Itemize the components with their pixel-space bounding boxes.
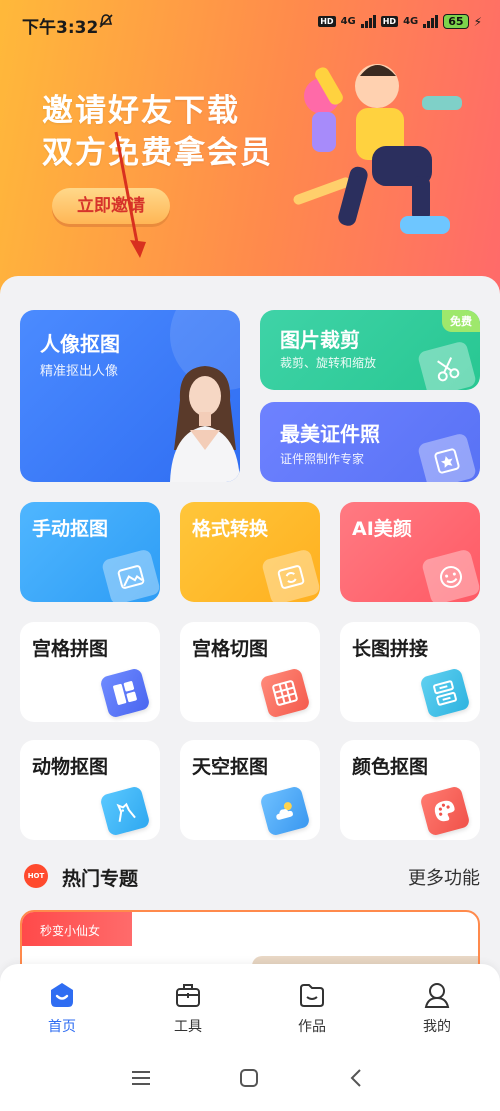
card-subtitle: 证件照制作专家 bbox=[280, 452, 365, 466]
ai-beauty-card[interactable]: AI美颜 bbox=[340, 502, 480, 602]
nav-label: 工具 bbox=[174, 1019, 202, 1035]
battery-indicator: 65 bbox=[443, 14, 469, 29]
mute-icon bbox=[98, 13, 114, 33]
charging-icon: ⚡ bbox=[473, 14, 482, 29]
long-stitch-card[interactable]: 长图拼接 bbox=[340, 622, 480, 722]
palette-icon bbox=[419, 785, 471, 837]
sky-cutout-card[interactable]: 天空抠图 bbox=[180, 740, 320, 840]
card-title: 宫格拼图 bbox=[32, 638, 109, 660]
animal-cutout-card[interactable]: 动物抠图 bbox=[20, 740, 160, 840]
id-photo-card[interactable]: 最美证件照 证件照制作专家 bbox=[260, 402, 480, 482]
animal-icon bbox=[99, 785, 151, 837]
card-title: 长图拼接 bbox=[352, 638, 429, 660]
banner-line-1: 邀请好友下载 bbox=[42, 93, 240, 129]
portrait-woman-image bbox=[170, 366, 240, 482]
card-title: 宫格切图 bbox=[192, 638, 269, 660]
topic-tag: 秒变小仙女 bbox=[22, 912, 132, 946]
nav-mine[interactable]: 我的 bbox=[397, 980, 477, 1036]
grid-icon bbox=[259, 667, 311, 719]
format-convert-card[interactable]: 格式转换 bbox=[180, 502, 320, 602]
home-square-icon[interactable] bbox=[238, 1068, 260, 1088]
network-type: 4G bbox=[340, 16, 356, 27]
section-title: 热门专题 bbox=[62, 868, 139, 890]
network-type-2: 4G bbox=[403, 16, 419, 27]
banner-line-2: 双方免费拿会员 bbox=[42, 135, 273, 171]
image-crop-card[interactable]: 图片裁剪 裁剪、旋转和缩放 免费 bbox=[260, 310, 480, 390]
card-title: 图片裁剪 bbox=[280, 328, 360, 352]
card-title: 人像抠图 bbox=[40, 332, 120, 356]
nav-label: 首页 bbox=[48, 1019, 76, 1035]
card-title: 最美证件照 bbox=[280, 422, 380, 446]
face-icon bbox=[420, 548, 480, 602]
nav-home[interactable]: 首页 bbox=[22, 980, 102, 1036]
user-icon bbox=[424, 983, 450, 1008]
bottom-navigation: 首页 工具 作品 我的 bbox=[0, 964, 500, 1044]
banner-headline: 邀请好友下载 双方免费拿会员 bbox=[42, 90, 273, 174]
weather-cloud-icon bbox=[259, 785, 311, 837]
nav-tools[interactable]: 工具 bbox=[148, 980, 228, 1036]
manual-cutout-card[interactable]: 手动抠图 bbox=[20, 502, 160, 602]
invite-banner[interactable]: 下午3:32 HD 4G HD 4G 65 ⚡ 邀请好友下载 双方免费拿会员 立… bbox=[0, 0, 500, 300]
card-title: 动物抠图 bbox=[32, 756, 109, 778]
convert-icon bbox=[260, 548, 320, 602]
card-title: AI美颜 bbox=[352, 518, 412, 540]
mascot-illustration bbox=[293, 64, 462, 234]
collage-icon bbox=[99, 667, 151, 719]
hd-badge: HD bbox=[318, 16, 336, 27]
menu-icon[interactable] bbox=[130, 1068, 152, 1088]
id-card-icon bbox=[416, 432, 478, 482]
nav-works[interactable]: 作品 bbox=[272, 980, 352, 1036]
more-features-link[interactable]: 更多功能 bbox=[408, 864, 480, 890]
toolbox-icon bbox=[176, 984, 200, 1007]
hot-icon: HOT bbox=[24, 864, 48, 888]
card-title: 颜色抠图 bbox=[352, 756, 429, 778]
arrow-annotation-icon bbox=[114, 131, 146, 258]
status-time: 下午3:32 bbox=[22, 18, 99, 38]
nav-label: 作品 bbox=[298, 1019, 326, 1035]
signal-icon bbox=[360, 15, 376, 28]
status-indicators: HD 4G HD 4G 65 ⚡ bbox=[318, 14, 482, 29]
card-subtitle: 裁剪、旋转和缩放 bbox=[280, 356, 377, 370]
grid-cut-card[interactable]: 宫格切图 bbox=[180, 622, 320, 722]
scissors-icon bbox=[416, 340, 478, 390]
card-title: 手动抠图 bbox=[32, 518, 109, 540]
image-icon bbox=[100, 548, 160, 602]
home-icon bbox=[51, 983, 73, 1007]
card-title: 天空抠图 bbox=[192, 756, 269, 778]
hd-badge-2: HD bbox=[380, 16, 399, 27]
hot-topics-header: HOT 热门专题 更多功能 bbox=[20, 858, 480, 892]
back-icon[interactable] bbox=[346, 1068, 368, 1088]
card-title: 格式转换 bbox=[192, 518, 269, 540]
card-subtitle: 精准抠出人像 bbox=[40, 364, 119, 379]
stitch-icon bbox=[419, 667, 471, 719]
nav-label: 我的 bbox=[423, 1019, 451, 1035]
system-navigation-bar bbox=[0, 1044, 500, 1111]
color-cutout-card[interactable]: 颜色抠图 bbox=[340, 740, 480, 840]
grid-collage-card[interactable]: 宫格拼图 bbox=[20, 622, 160, 722]
folder-icon bbox=[300, 984, 324, 1007]
portrait-cutout-card[interactable]: 人像抠图 精准抠出人像 bbox=[20, 310, 240, 482]
signal-icon-2 bbox=[423, 15, 439, 28]
free-badge: 免费 bbox=[442, 310, 480, 332]
